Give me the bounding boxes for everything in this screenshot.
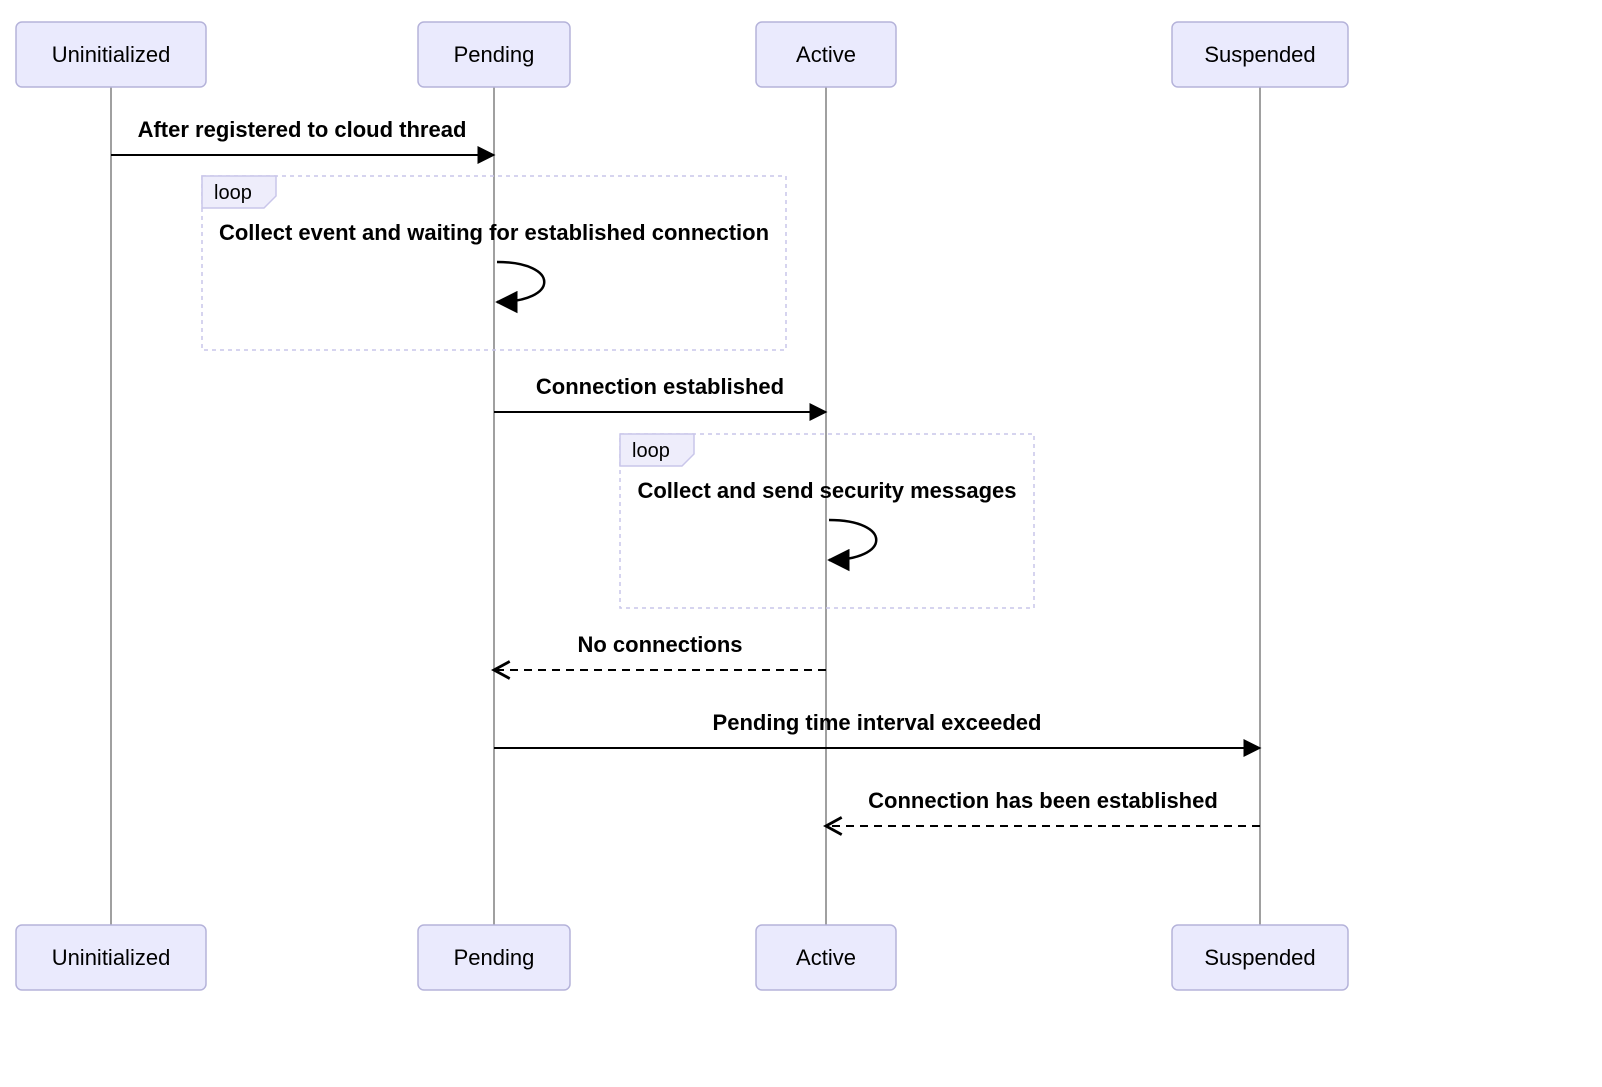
participant-label: Suspended [1204, 42, 1315, 67]
loop-tag-label: loop [214, 182, 252, 204]
message-label: After registered to cloud thread [138, 117, 467, 142]
participant-pending-bottom: Pending [418, 925, 570, 990]
participant-uninitialized-top: Uninitialized [16, 22, 206, 87]
message-label: No connections [577, 632, 742, 657]
participant-label: Pending [454, 945, 535, 970]
participant-uninitialized-bottom: Uninitialized [16, 925, 206, 990]
self-message-active [829, 520, 876, 560]
participant-suspended-top: Suspended [1172, 22, 1348, 87]
message-label: Connection established [536, 374, 784, 399]
self-message-pending [497, 262, 544, 302]
participant-label: Active [796, 945, 856, 970]
participant-label: Pending [454, 42, 535, 67]
loop-desc-label: Collect event and waiting for establishe… [219, 220, 769, 245]
participant-active-bottom: Active [756, 925, 896, 990]
participant-label: Active [796, 42, 856, 67]
participant-label: Uninitialized [52, 945, 171, 970]
participant-active-top: Active [756, 22, 896, 87]
participant-pending-top: Pending [418, 22, 570, 87]
loop-desc-label: Collect and send security messages [637, 478, 1016, 503]
message-label: Pending time interval exceeded [713, 710, 1042, 735]
loop-send-security: loop Collect and send security messages [620, 434, 1034, 608]
participant-label: Suspended [1204, 945, 1315, 970]
participant-label: Uninitialized [52, 42, 171, 67]
loop-tag-label: loop [632, 440, 670, 462]
participant-suspended-bottom: Suspended [1172, 925, 1348, 990]
message-label: Connection has been established [868, 788, 1218, 813]
